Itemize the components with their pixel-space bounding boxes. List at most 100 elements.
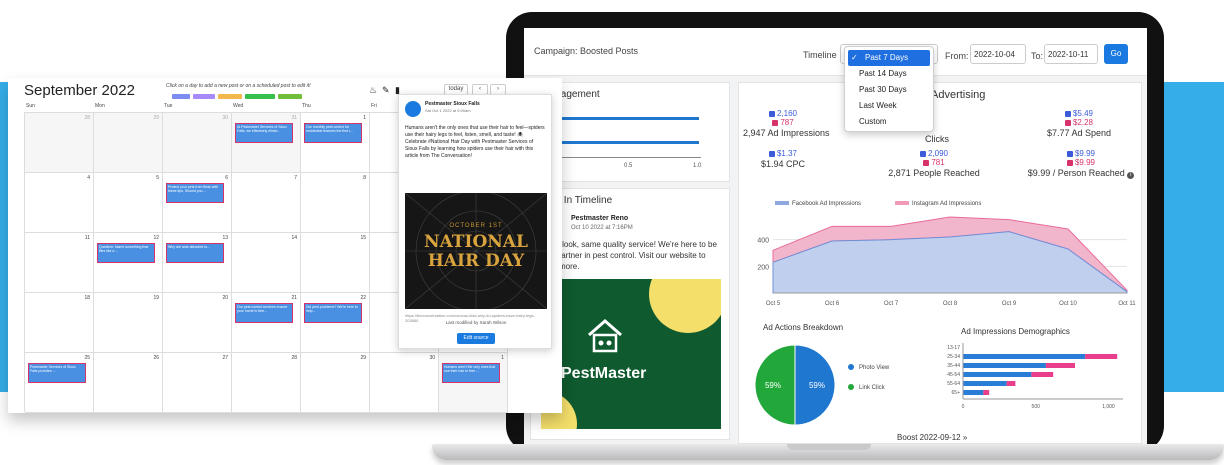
advertising-title: Advertising [931,89,986,101]
check-icon: ✓ [851,53,858,62]
calendar-day-cell[interactable]: 22 [301,293,370,353]
post-image-headline: NATIONAL HAIR DAY [424,232,528,271]
day-number: 27 [222,355,228,361]
day-number: 29 [153,115,159,121]
calendar-day-cell[interactable]: 12 [94,233,163,293]
calendar-event[interactable]: Did pest problems? We're here to help... [304,303,362,323]
pestmaster-logo: PestMaster [561,365,647,382]
day-number: 18 [84,295,90,301]
legend-label: Photo View [859,365,890,371]
timeline-option-past-30-days[interactable]: Past 30 Days [845,82,933,98]
day-number: 21 [291,295,297,301]
instagram-square-icon [772,119,779,126]
calendar-day-cell[interactable]: 1 [301,113,370,173]
edit-source-button[interactable]: Edit source [457,333,495,344]
x-tick-label: Oct 5 [766,301,781,307]
category-chip[interactable] [278,94,302,99]
go-button[interactable]: Go [1104,44,1128,64]
instagram-metric: 787 [743,118,823,127]
metric-cpc: $1.37 $1.94 CPC [743,149,823,169]
facebook-metric: 2,090 [879,149,989,158]
calendar-day-cell[interactable]: 29 [94,113,163,173]
post-image: OCTOBER 1ST NATIONAL HAIR DAY [405,193,547,309]
timeline-option-past-14-days[interactable]: Past 14 Days [845,66,933,82]
calendar-day-cell[interactable]: 21 [232,293,301,353]
calendar-event[interactable]: Our pest control services ensure your ho… [235,303,293,323]
calendar-day-cell[interactable]: 7 [232,173,301,233]
calendar-day-cell[interactable]: 30 [163,113,232,173]
calendar-day-cell[interactable]: 18 [25,293,94,353]
fire-icon[interactable]: ♨ [369,85,377,96]
x-tick-label: Oct 8 [943,301,958,307]
timeline-option-last-week[interactable]: Last Week [845,98,933,114]
calendar-day-cell[interactable]: 27 [163,353,232,413]
demographics-bar-chart: 13-17 25-34 35-44 45-54 55-64 65+ 0 500 1,000 [947,343,1123,410]
to-date-input[interactable] [1044,44,1098,64]
content-calendar: September 2022 Click on a day to add a n… [8,78,562,413]
demographics-title: Ad Impressions Demographics [961,327,1070,336]
calendar-day-cell[interactable]: 13 [163,233,232,293]
demographics-bar [1031,372,1054,377]
post-author: Pestmaster Reno [571,215,629,222]
calendar-event[interactable]: Question: Name something that flies like… [97,243,155,263]
from-date-input[interactable] [970,44,1026,64]
category-chip[interactable] [193,94,215,99]
house-icon [585,317,625,355]
calendar-day-cell[interactable]: 28 [25,113,94,173]
calendar-day-cell[interactable]: 8 [301,173,370,233]
day-number: 15 [360,235,366,241]
category-chip[interactable] [245,94,275,99]
boost-link[interactable]: Boost 2022-09-12 » [897,433,967,442]
calendar-event[interactable]: At Pestmaster Services of Sioux Falls, w… [235,123,293,143]
day-number: 14 [291,235,297,241]
calendar-day-cell[interactable]: 11 [25,233,94,293]
calendar-day-cell[interactable]: 5 [94,173,163,233]
day-number: 30 [222,115,228,121]
calendar-day-cell[interactable]: 31 [232,113,301,173]
ad-actions-pie-chart: 59% 59% Photo View Link Click [754,344,890,426]
legend-dot [848,364,854,370]
calendar-event[interactable]: Our monthly pest control for residential… [304,123,362,143]
avatar [405,101,421,117]
impressions-area-chart: Facebook Ad Impressions Instagram Ad Imp… [745,199,1137,315]
category-label: 55-64 [947,381,960,387]
calendar-day-cell[interactable]: 30 [370,353,439,413]
calendar-event[interactable]: Why are ants attracted to... [166,243,224,263]
calendar-day-cell[interactable]: 15 [301,233,370,293]
category-chip[interactable] [218,94,242,99]
demographics-bar [963,363,1046,368]
calendar-day-cell[interactable]: 14 [232,233,301,293]
engagement-axis [551,157,701,158]
post-modified-by: Last modified by Sarah Wilson [445,320,507,325]
calendar-day-cell[interactable]: 19 [94,293,163,353]
instagram-metric: $9.99 [1023,158,1139,167]
facebook-metric: $1.37 [743,149,823,158]
pie-slice-label: 59% [765,381,781,390]
calendar-event[interactable]: Humans aren't the only ones that use the… [442,363,500,383]
timeline-option-past-7-days[interactable]: ✓ Past 7 Days [848,50,930,66]
calendar-day-cell[interactable]: 28 [232,353,301,413]
engagement-bar [551,141,699,144]
calendar-event[interactable]: Protect your pets from fleas with these … [166,183,224,203]
calendar-day-cell[interactable]: 26 [94,353,163,413]
calendar-day-cell[interactable]: 29 [301,353,370,413]
post-time: Sat Oct 1 2022 at 9:00am [425,108,471,113]
facebook-metric: $5.49 [1039,109,1119,118]
calendar-day-cell[interactable]: 4 [25,173,94,233]
x-tick-label: 500 [1032,404,1041,410]
calendar-day-cell[interactable]: 25 [25,353,94,413]
category-chip[interactable] [172,94,190,99]
timeline-option-custom[interactable]: Custom [845,114,933,130]
calendar-grid: 2829303112345678910111213141516171819202… [24,112,508,413]
metric-total: 2,871 People Reached [888,168,980,178]
calendar-event[interactable]: Pestmaster Services of Sioux Falls provi… [28,363,86,383]
day-number: 28 [291,355,297,361]
demographics-bar [983,390,990,395]
calendar-day-cell[interactable]: 20 [163,293,232,353]
calendar-day-cell[interactable]: 1 [439,353,508,413]
pencil-icon[interactable]: ✎ [382,85,390,96]
calendar-day-cell[interactable]: 6 [163,173,232,233]
info-icon[interactable]: i [1127,172,1135,179]
day-number: 25 [84,355,90,361]
x-tick-label: 1,000 [1102,404,1115,410]
